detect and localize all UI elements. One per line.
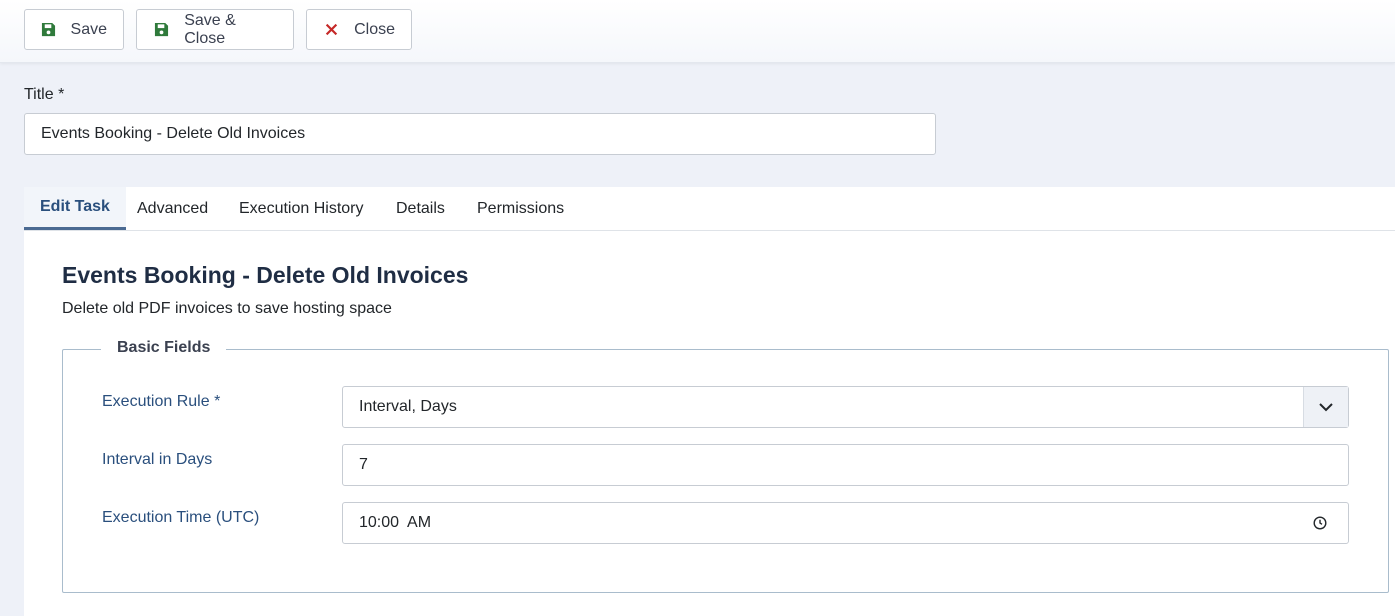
close-button-label: Close <box>354 20 395 38</box>
tab-bar: Edit Task Advanced Execution History Det… <box>24 187 1395 231</box>
execution-rule-select[interactable]: Interval, Days <box>342 386 1349 428</box>
floppy-disk-icon <box>153 21 170 39</box>
execution-rule-label: Execution Rule * <box>102 393 221 410</box>
execution-time-input[interactable]: 10:00 AM <box>342 502 1349 544</box>
toolbar: Save Save & Close Close <box>0 0 1395 63</box>
chevron-down-icon[interactable] <box>1303 387 1348 427</box>
save-button-label: Save <box>70 20 107 38</box>
execution-rule-value: Interval, Days <box>359 398 457 415</box>
interval-days-label: Interval in Days <box>102 451 213 468</box>
tab-permissions[interactable]: Permissions <box>461 187 580 230</box>
save-and-close-button-label: Save & Close <box>184 11 236 47</box>
save-and-close-button[interactable]: Save & Close <box>136 9 294 50</box>
title-label: Title * <box>24 86 65 103</box>
save-button[interactable]: Save <box>24 9 124 50</box>
tab-details[interactable]: Details <box>380 187 461 230</box>
task-heading: Events Booking - Delete Old Invoices <box>62 262 469 288</box>
tab-edit-task[interactable]: Edit Task <box>24 187 126 230</box>
task-description: Delete old PDF invoices to save hosting … <box>62 300 392 317</box>
execution-time-value: 10:00 AM <box>359 514 432 531</box>
interval-days-input[interactable]: 7 <box>342 444 1349 486</box>
interval-days-value: 7 <box>359 456 368 473</box>
basic-fields-fieldset: Basic Fields Execution Rule * Interval, … <box>62 339 1389 593</box>
tab-advanced[interactable]: Advanced <box>121 187 224 230</box>
title-input[interactable] <box>24 113 936 155</box>
execution-time-label: Execution Time (UTC) <box>102 509 260 526</box>
clock-icon[interactable] <box>1312 515 1328 531</box>
task-panel: Edit Task Advanced Execution History Det… <box>24 187 1395 616</box>
floppy-disk-icon <box>41 21 57 39</box>
close-icon <box>323 21 340 39</box>
basic-fields-legend: Basic Fields <box>101 339 227 357</box>
tab-execution-history[interactable]: Execution History <box>223 187 380 230</box>
close-button[interactable]: Close <box>306 9 412 50</box>
